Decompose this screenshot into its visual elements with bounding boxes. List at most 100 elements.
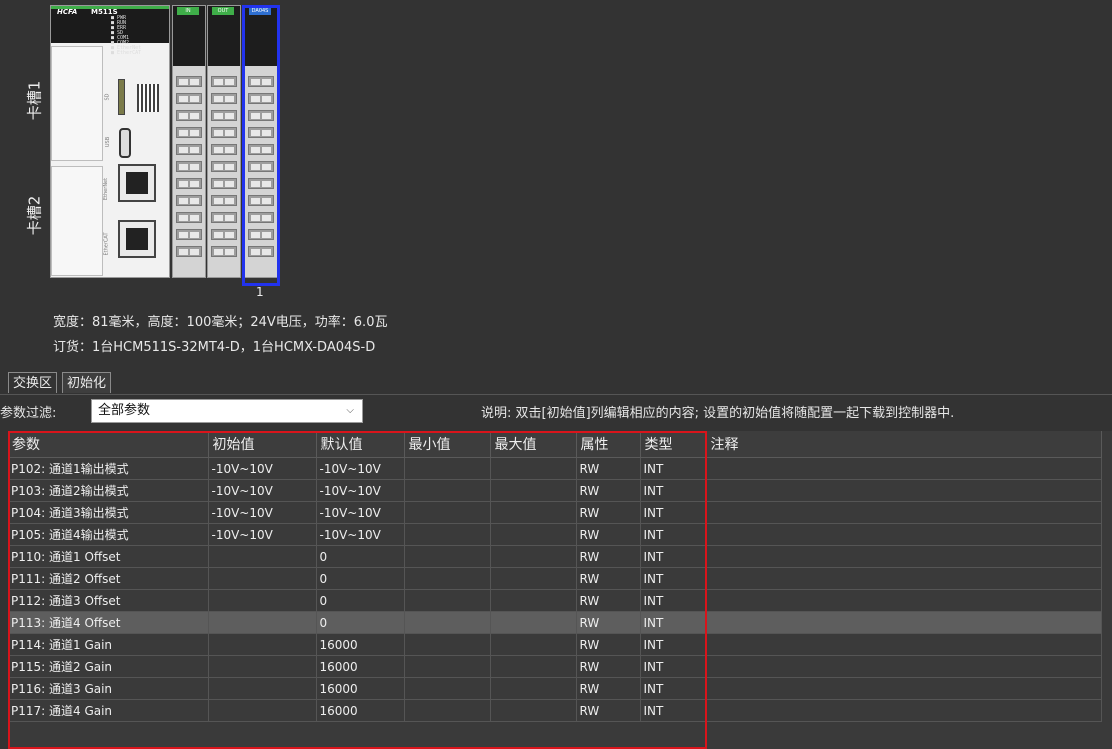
cell-initial-value[interactable]: -10V~10V <box>208 501 317 524</box>
terminal-block <box>176 229 202 240</box>
table-row[interactable]: P111: 通道2 Offset 0 RW INT <box>8 567 1102 590</box>
cell-max-value <box>490 655 577 678</box>
terminal-block <box>176 144 202 155</box>
cell-initial-value[interactable] <box>208 677 317 700</box>
cell-initial-value[interactable]: -10V~10V <box>208 457 317 480</box>
cell-parameter: P112: 通道3 Offset <box>8 589 209 612</box>
terminal-block <box>176 93 202 104</box>
cell-parameter: P103: 通道2输出模式 <box>8 479 209 502</box>
cell-max-value <box>490 457 577 480</box>
cell-max-value <box>490 523 577 546</box>
table-row[interactable]: P103: 通道2输出模式 -10V~10V -10V~10V RW INT <box>8 479 1102 502</box>
cell-type: INT <box>640 523 707 546</box>
cell-initial-value[interactable] <box>208 567 317 590</box>
status-leds: ■ PWR ■ RUN ■ ERR ■ SD ■ COM1 ■ COM2 ■ E… <box>111 15 142 56</box>
cell-initial-value[interactable] <box>208 611 317 634</box>
slot2-label: 卡槽2 <box>25 195 44 236</box>
io-module-in[interactable]: IN <box>172 5 206 278</box>
table-row[interactable]: P105: 通道4输出模式 -10V~10V -10V~10V RW INT <box>8 523 1102 546</box>
cell-min-value <box>404 567 491 590</box>
filter-label: 参数过滤: <box>0 406 57 421</box>
slot1-label: 卡槽1 <box>25 80 44 121</box>
tab-exchange[interactable]: 交换区 <box>8 372 58 393</box>
cell-default-value: 16000 <box>316 633 405 656</box>
cell-attribute: RW <box>576 655 641 678</box>
cell-min-value <box>404 501 491 524</box>
header-type[interactable]: 类型 <box>640 431 707 458</box>
header-max-value[interactable]: 最大值 <box>490 431 577 458</box>
tab-bar: 交换区 初始化 <box>0 372 1112 395</box>
ethernet-port-icon <box>118 164 156 202</box>
terminal-block <box>211 195 237 206</box>
table-row[interactable]: P114: 通道1 Gain 16000 RW INT <box>8 633 1102 656</box>
header-comment[interactable]: 注释 <box>706 431 1102 458</box>
table-row[interactable]: P115: 通道2 Gain 16000 RW INT <box>8 655 1102 678</box>
cell-max-value <box>490 479 577 502</box>
header-parameter[interactable]: 参数 <box>8 431 209 458</box>
hardware-view: 卡槽1 卡槽2 HCFA M511S ■ PWR ■ RUN ■ ERR ■ S… <box>0 0 1112 362</box>
cell-attribute: RW <box>576 611 641 634</box>
cell-max-value <box>490 633 577 656</box>
module-dimensions-info: 宽度：81毫米，高度：100毫米；24V电压，功率：6.0瓦 <box>53 315 388 330</box>
cell-initial-value[interactable]: -10V~10V <box>208 523 317 546</box>
cell-min-value <box>404 479 491 502</box>
cell-initial-value[interactable] <box>208 545 317 568</box>
header-initial-value[interactable]: 初始值 <box>208 431 317 458</box>
table-body: P102: 通道1输出模式 -10V~10V -10V~10V RW INT P103: … <box>8 457 1102 722</box>
terminal-block <box>176 127 202 138</box>
table-row[interactable]: P110: 通道1 Offset 0 RW INT <box>8 545 1102 568</box>
tab-initialization[interactable]: 初始化 <box>62 372 112 393</box>
table-row[interactable]: P102: 通道1输出模式 -10V~10V -10V~10V RW INT <box>8 457 1102 480</box>
cell-type: INT <box>640 501 707 524</box>
terminal-block <box>211 76 237 87</box>
cell-initial-value[interactable] <box>208 633 317 656</box>
table-row[interactable]: P116: 通道3 Gain 16000 RW INT <box>8 677 1102 700</box>
parameter-filter-select[interactable]: 全部参数 ⌵ <box>91 399 363 423</box>
header-min-value[interactable]: 最小值 <box>404 431 491 458</box>
cell-comment <box>706 633 1102 656</box>
cell-min-value <box>404 611 491 634</box>
sd-slot-icon <box>118 79 125 115</box>
header-attribute[interactable]: 属性 <box>576 431 641 458</box>
order-info: 订货：1台HCM511S-32MT4-D，1台HCMX-DA04S-D <box>53 340 376 355</box>
cell-type: INT <box>640 677 707 700</box>
cell-attribute: RW <box>576 457 641 480</box>
cell-type: INT <box>640 655 707 678</box>
cell-attribute: RW <box>576 545 641 568</box>
cell-max-value <box>490 501 577 524</box>
cell-min-value <box>404 633 491 656</box>
cell-attribute: RW <box>576 633 641 656</box>
cell-min-value <box>404 545 491 568</box>
terminal-block <box>211 161 237 172</box>
cell-initial-value[interactable] <box>208 699 317 722</box>
cell-initial-value[interactable] <box>208 589 317 612</box>
cell-max-value <box>490 589 577 612</box>
table-row[interactable]: P104: 通道3输出模式 -10V~10V -10V~10V RW INT <box>8 501 1102 524</box>
cell-min-value <box>404 677 491 700</box>
table-row[interactable]: P112: 通道3 Offset 0 RW INT <box>8 589 1102 612</box>
instruction-note: 说明: 双击[初始值]列编辑相应的内容; 设置的初始值将随配置一起下载到控制器中… <box>481 406 955 421</box>
cell-initial-value[interactable]: -10V~10V <box>208 479 317 502</box>
parameter-table-container: 参数 初始值 默认值 最小值 最大值 属性 类型 注释 P102: 通道1输出模式 -10V~1… <box>8 431 1112 749</box>
header-default-value[interactable]: 默认值 <box>316 431 405 458</box>
cell-type: INT <box>640 699 707 722</box>
sd-label: SD <box>104 93 111 101</box>
table-row[interactable]: P117: 通道4 Gain 16000 RW INT <box>8 699 1102 722</box>
chevron-down-icon[interactable]: ⌵ <box>346 400 354 422</box>
cell-min-value <box>404 655 491 678</box>
cell-default-value: 16000 <box>316 699 405 722</box>
card-slot-1[interactable] <box>51 46 103 161</box>
ethernet-label: EtherNet <box>103 177 110 201</box>
cell-attribute: RW <box>576 677 641 700</box>
cell-max-value <box>490 677 577 700</box>
cell-min-value <box>404 523 491 546</box>
controller-module[interactable]: HCFA M511S ■ PWR ■ RUN ■ ERR ■ SD ■ COM1… <box>50 5 170 278</box>
brand-logo: HCFA <box>57 8 78 16</box>
qr-code-icon <box>137 84 159 112</box>
table-row[interactable]: P113: 通道4 Offset 0 RW INT <box>8 611 1102 634</box>
card-slot-2[interactable] <box>51 166 103 276</box>
cell-attribute: RW <box>576 523 641 546</box>
cell-initial-value[interactable] <box>208 655 317 678</box>
io-module-out[interactable]: OUT <box>207 5 241 278</box>
cell-comment <box>706 589 1102 612</box>
